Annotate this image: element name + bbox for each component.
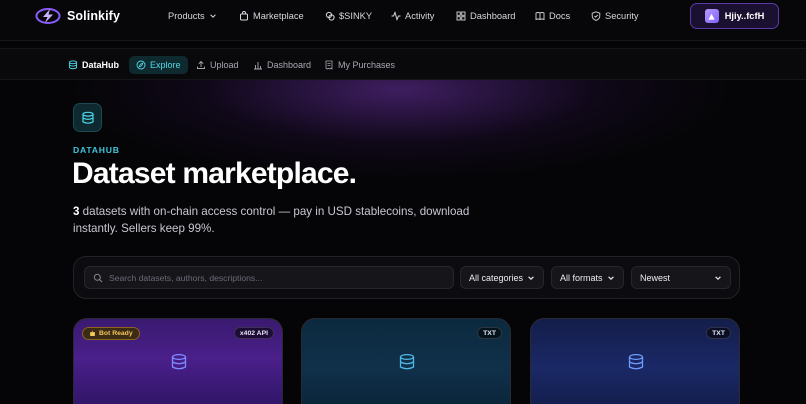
chevron-down-icon	[528, 275, 534, 280]
nav-docs[interactable]: Docs	[535, 9, 570, 23]
hero-subtitle-text: datasets with on-chain access control — …	[73, 205, 470, 235]
tab-dashboard[interactable]: Dashboard	[253, 56, 311, 74]
search-input[interactable]	[109, 272, 439, 283]
database-icon	[68, 60, 78, 70]
card-tag: TXT	[706, 327, 731, 339]
dataset-card[interactable]: TXT	[530, 318, 740, 404]
format-select[interactable]: All formats	[551, 266, 624, 289]
hero-database-badge	[73, 103, 102, 132]
activity-icon	[391, 11, 401, 21]
bot-ready-badge: Bot Ready	[82, 327, 140, 340]
category-select[interactable]: All categories	[460, 266, 544, 289]
coins-icon	[325, 11, 335, 21]
nav-marketplace-label: Marketplace	[253, 11, 304, 21]
nav-activity[interactable]: Activity	[391, 9, 434, 23]
datahub-subnav: DataHub Explore Upload Dashboard My Purc…	[0, 48, 806, 80]
category-select-value: All categories	[469, 272, 524, 283]
brand[interactable]: Solinkify	[35, 7, 120, 25]
tab-upload-label: Upload	[210, 60, 239, 70]
sort-select[interactable]: Newest	[631, 266, 731, 289]
chevron-down-icon	[209, 14, 216, 18]
database-icon	[628, 353, 644, 370]
nav-security-label: Security	[605, 11, 639, 21]
database-icon	[171, 353, 187, 370]
bot-ready-label: Bot Ready	[99, 330, 133, 337]
chevron-down-icon	[715, 275, 721, 280]
wallet-user-button[interactable]: Hjiy..fcfH	[690, 3, 779, 29]
nav-marketplace[interactable]: Marketplace	[239, 9, 304, 23]
card-tag: TXT	[477, 327, 502, 339]
filter-bar: All categories All formats Newest	[73, 256, 740, 299]
hero-eyebrow: DATAHUB	[73, 145, 120, 155]
search-icon	[93, 273, 103, 282]
user-label: Hjiy..fcfH	[724, 11, 765, 21]
bar-chart-icon	[254, 62, 262, 70]
tab-my-purchases[interactable]: My Purchases	[324, 56, 395, 74]
book-icon	[535, 12, 545, 21]
subnav-datahub-label: DataHub	[82, 60, 120, 70]
nav-security[interactable]: Security	[591, 9, 639, 23]
tab-explore-label: Explore	[150, 60, 181, 70]
tab-my-purchases-label: My Purchases	[338, 60, 396, 70]
subnav-datahub[interactable]: DataHub	[68, 56, 119, 74]
user-avatar-icon	[708, 13, 715, 20]
brand-name: Solinkify	[67, 9, 120, 23]
nav-sinky-label: $SINKY	[339, 11, 373, 21]
nav-products[interactable]: Products	[168, 9, 217, 23]
nav-dashboard[interactable]: Dashboard	[456, 9, 515, 23]
top-navbar: Solinkify Products Marketplace $SINKY Ac…	[0, 0, 806, 41]
nav-dashboard-label: Dashboard	[470, 11, 516, 21]
upload-icon	[197, 60, 205, 69]
lightning-logo-icon	[35, 8, 61, 24]
receipt-icon	[325, 60, 333, 70]
page-title: Dataset marketplace.	[72, 157, 357, 190]
card-tag: x402 API	[233, 327, 274, 339]
avatar	[704, 9, 719, 23]
shield-icon	[591, 11, 601, 21]
search-box[interactable]	[84, 266, 454, 289]
database-icon	[81, 111, 94, 124]
bag-icon	[240, 11, 248, 21]
nav-activity-label: Activity	[405, 11, 435, 21]
dataset-card[interactable]: TXT	[301, 318, 511, 404]
tab-upload[interactable]: Upload	[196, 56, 239, 74]
chevron-down-icon	[608, 275, 614, 280]
nav-docs-label: Docs	[549, 11, 571, 21]
nav-products-label: Products	[168, 11, 205, 21]
compass-icon	[136, 60, 146, 70]
hero-subtitle: 3 datasets with on-chain access control …	[73, 203, 493, 237]
database-icon	[399, 353, 415, 370]
nav-sinky[interactable]: $SINKY	[325, 9, 372, 23]
tab-explore[interactable]: Explore	[129, 56, 188, 74]
tab-dashboard-label: Dashboard	[267, 60, 312, 70]
format-select-value: All formats	[560, 272, 603, 283]
grid-icon	[456, 11, 466, 21]
sort-select-value: Newest	[640, 272, 671, 283]
robot-icon	[90, 330, 95, 336]
dataset-card[interactable]: Bot Ready x402 API	[73, 318, 283, 404]
